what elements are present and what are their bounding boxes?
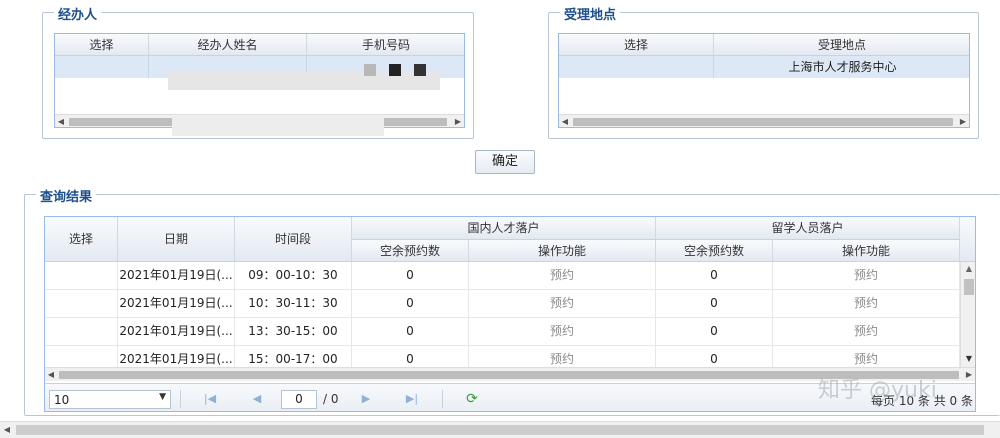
table-row[interactable]: 2021年01月19日(... 09：00-10：30 0 预约 0 预约 — [45, 262, 960, 290]
next-page-icon[interactable]: ▶ — [357, 390, 375, 408]
scroll-thumb[interactable] — [964, 279, 974, 295]
row-slots-overseas: 0 — [656, 262, 773, 290]
results-col-slots1[interactable]: 空余预约数 — [352, 240, 469, 262]
prev-page-icon[interactable]: ◀ — [248, 390, 266, 408]
row-date: 2021年01月19日(... — [118, 290, 235, 318]
row-slots-domestic: 0 — [352, 262, 469, 290]
table-row[interactable]: 2021年01月19日(... 13：30-15：00 0 预约 0 预约 — [45, 318, 960, 346]
location-col-place[interactable]: 受理地点 — [714, 34, 969, 56]
scroll-thumb[interactable] — [16, 425, 984, 435]
row-date: 2021年01月19日(... — [118, 318, 235, 346]
row-slots-domestic: 0 — [352, 318, 469, 346]
row-action-domestic[interactable]: 预约 — [469, 290, 656, 318]
scroll-right-icon[interactable]: ▶ — [452, 115, 464, 127]
page-total: / 0 — [323, 392, 339, 406]
pager-separator — [442, 390, 443, 408]
row-slots-overseas: 0 — [656, 318, 773, 346]
location-hscroll[interactable]: ◀ ▶ — [559, 114, 969, 127]
redaction-block — [414, 64, 426, 76]
scroll-right-icon[interactable]: ▶ — [963, 368, 975, 382]
location-legend: 受理地点 — [560, 4, 621, 23]
page-size-select[interactable]: 10 ▼ — [49, 390, 171, 409]
redaction-block — [389, 64, 401, 76]
location-row-select[interactable] — [559, 56, 714, 78]
page-hscroll[interactable]: ◀ — [0, 421, 1000, 438]
first-page-icon[interactable]: |◀ — [201, 390, 219, 408]
row-action-domestic[interactable]: 预约 — [469, 318, 656, 346]
redaction-mask-lower — [172, 116, 384, 136]
handler-col-name[interactable]: 经办人姓名 — [149, 34, 307, 56]
row-action-overseas[interactable]: 预约 — [773, 318, 960, 346]
scroll-down-icon[interactable]: ▼ — [961, 352, 975, 366]
page-size-value: 10 — [54, 393, 70, 407]
confirm-button[interactable]: 确定 — [475, 150, 535, 174]
handler-legend: 经办人 — [54, 4, 102, 23]
handler-col-phone[interactable]: 手机号码 — [307, 34, 464, 56]
redaction-block — [364, 64, 376, 76]
scroll-right-icon[interactable]: ▶ — [957, 115, 969, 127]
results-col-action2[interactable]: 操作功能 — [773, 240, 960, 262]
handler-row-select[interactable] — [55, 56, 149, 78]
results-header-filler — [960, 217, 975, 262]
location-row-place: 上海市人才服务中心 — [788, 60, 897, 74]
row-action-overseas[interactable]: 预约 — [773, 290, 960, 318]
results-col-slots2[interactable]: 空余预约数 — [656, 240, 773, 262]
table-row[interactable]: 2021年01月19日(... 10：30-11：30 0 预约 0 预约 — [45, 290, 960, 318]
row-slots-domestic: 0 — [352, 290, 469, 318]
last-page-icon[interactable]: ▶| — [403, 390, 421, 408]
pager-separator — [180, 390, 181, 408]
row-action-domestic[interactable]: 预约 — [469, 262, 656, 290]
row-action-overseas[interactable]: 预约 — [773, 262, 960, 290]
row-time: 13：30-15：00 — [235, 318, 352, 346]
row-slots-overseas: 0 — [656, 290, 773, 318]
row-select[interactable] — [45, 318, 118, 346]
location-row[interactable]: 上海市人才服务中心 — [559, 56, 969, 78]
results-col-time[interactable]: 时间段 — [235, 217, 352, 262]
row-date: 2021年01月19日(... — [118, 262, 235, 290]
scroll-thumb[interactable] — [573, 118, 953, 126]
dropdown-icon[interactable]: ▼ — [159, 392, 166, 402]
row-select[interactable] — [45, 262, 118, 290]
results-col-date[interactable]: 日期 — [118, 217, 235, 262]
scroll-left-icon[interactable]: ◀ — [0, 422, 14, 438]
results-vscroll[interactable]: ▲ ▼ — [960, 262, 975, 367]
results-group-domestic: 国内人才落户 — [352, 217, 656, 240]
row-select[interactable] — [45, 290, 118, 318]
refresh-icon[interactable]: ⟳ — [463, 390, 481, 408]
scroll-left-icon[interactable]: ◀ — [559, 115, 571, 127]
location-col-select[interactable]: 选择 — [559, 34, 714, 56]
page-input[interactable]: 0 — [281, 390, 317, 409]
results-col-select[interactable]: 选择 — [45, 217, 118, 262]
row-time: 10：30-11：30 — [235, 290, 352, 318]
scroll-left-icon[interactable]: ◀ — [45, 368, 57, 382]
results-group-overseas: 留学人员落户 — [656, 217, 960, 240]
location-grid: 选择 受理地点 上海市人才服务中心 ◀ ▶ — [558, 33, 970, 128]
results-col-action1[interactable]: 操作功能 — [469, 240, 656, 262]
handler-col-select[interactable]: 选择 — [55, 34, 149, 56]
results-legend: 查询结果 — [36, 186, 97, 205]
scroll-up-icon[interactable]: ▲ — [961, 262, 975, 276]
row-time: 09：00-10：30 — [235, 262, 352, 290]
watermark: 知乎 @yuki — [818, 378, 937, 403]
scroll-left-icon[interactable]: ◀ — [55, 115, 67, 127]
